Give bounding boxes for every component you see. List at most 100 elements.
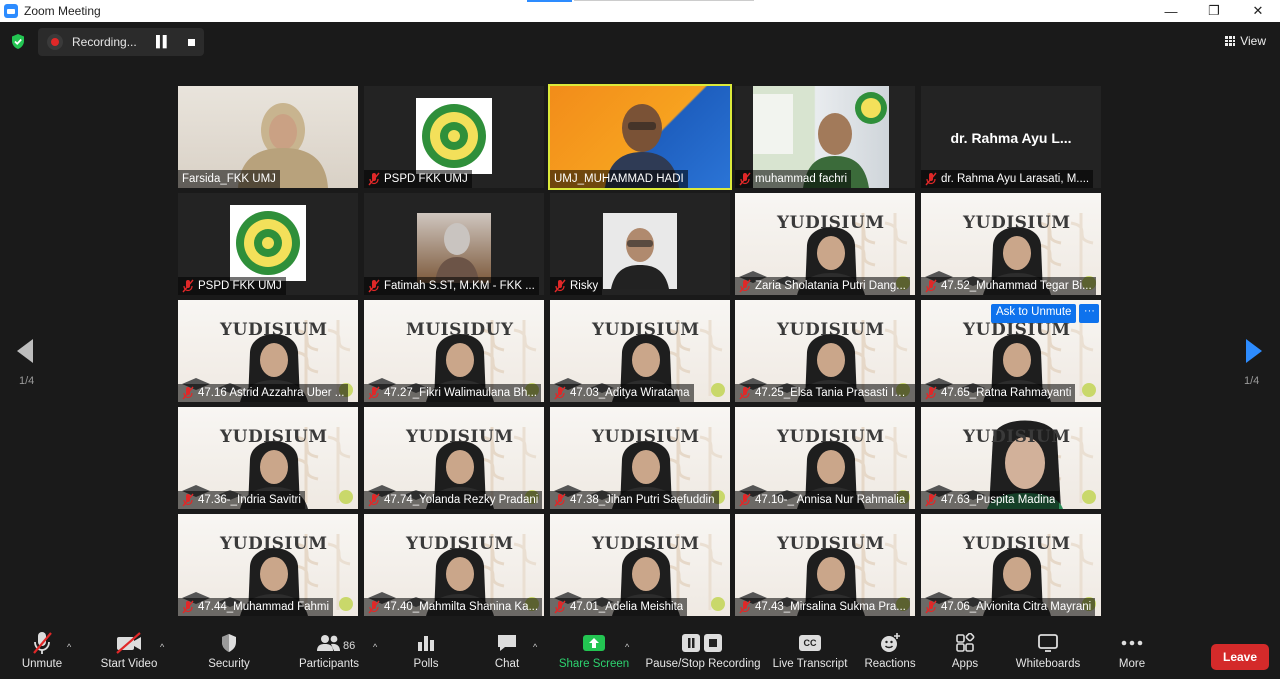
muted-microphone-icon xyxy=(368,493,380,507)
title-accent-line xyxy=(527,0,572,2)
whiteboards-button[interactable]: Whiteboards xyxy=(1014,628,1082,679)
pause-recording-icon[interactable]: ▌▌ xyxy=(156,36,171,48)
participants-button[interactable]: Participants xyxy=(298,628,360,679)
reactions-smiley-icon xyxy=(881,633,900,652)
participant-name: 47.44_Muhammad Fahmi xyxy=(198,601,330,613)
polls-button[interactable]: Polls xyxy=(408,628,444,679)
muted-microphone-icon xyxy=(739,493,751,507)
next-page-icon[interactable] xyxy=(1244,338,1264,364)
reactions-button[interactable]: Reactions xyxy=(864,628,916,679)
participant-name: 47.27_Fikri Walimaulana Bh... xyxy=(384,387,537,399)
participant-tile[interactable]: Farsida_FKK UMJ xyxy=(178,86,358,188)
start-video-label: Start Video xyxy=(100,658,158,670)
apps-button[interactable]: Apps xyxy=(948,628,982,679)
participant-tile[interactable]: PSPD FKK UMJ xyxy=(178,193,358,295)
ask-to-unmute-button[interactable]: Ask to Unmute xyxy=(991,304,1077,323)
participant-name: 47.38_Jihan Putri Saefuddin xyxy=(570,494,715,506)
recording-indicator: Recording... ▌▌ xyxy=(38,28,204,56)
yudisium-banner-text: YUDISIUM xyxy=(963,213,1071,233)
previous-page-icon[interactable] xyxy=(15,338,35,364)
participant-name-bar: 47.63_Puspita Madina xyxy=(921,491,1060,509)
encryption-shield-icon[interactable] xyxy=(10,33,26,50)
participant-name-bar: muhammad fachri xyxy=(735,170,852,188)
audio-options-caret-icon[interactable]: ^ xyxy=(67,642,71,652)
participant-tile[interactable]: Fatimah S.ST, M.KM - FKK ... xyxy=(364,193,544,295)
participant-tile[interactable]: YUDISIUM 47.40_Mahmilta Shanina Ka... xyxy=(364,514,544,616)
participant-tile[interactable]: YUDISIUM 47.03_Aditya Wiratama xyxy=(550,300,730,402)
yudisium-banner-text: YUDISIUM xyxy=(220,427,328,447)
participant-tile[interactable]: YUDISIUM Zaria Sholatania Putri Dang... xyxy=(735,193,915,295)
participant-name: Zaria Sholatania Putri Dang... xyxy=(755,280,906,292)
participant-name-bar: 47.52_Muhammad Tegar Bi... xyxy=(921,277,1096,295)
participant-name-bar: PSPD FKK UMJ xyxy=(178,277,286,295)
participant-name-bar: 47.25_Elsa Tania Prasasti Isl... xyxy=(735,384,915,402)
participant-tile[interactable]: muhammad fachri xyxy=(735,86,915,188)
participant-tile[interactable]: UMJ_MUHAMMAD HADI xyxy=(548,84,732,190)
participant-name-bar: 47.44_Muhammad Fahmi xyxy=(178,598,334,616)
view-button[interactable]: View xyxy=(1225,34,1266,48)
muted-microphone-icon xyxy=(368,172,380,186)
participant-name: muhammad fachri xyxy=(755,173,848,185)
share-screen-button[interactable]: Share Screen xyxy=(559,628,629,679)
polls-label: Polls xyxy=(413,658,439,670)
participant-tile[interactable]: Risky xyxy=(550,193,730,295)
participant-tile[interactable]: YUDISIUM 47.16 Astrid Azzahra Uber ... xyxy=(178,300,358,402)
security-button[interactable]: Security xyxy=(205,628,253,679)
participant-name-bar: 47.40_Mahmilta Shanina Ka... xyxy=(364,598,543,616)
participant-tile[interactable]: MUISIDUY 47.27_Fikri Walimaulana Bh... xyxy=(364,300,544,402)
participant-name: Risky xyxy=(570,280,599,292)
participant-tile[interactable]: YUDISIUM 47.10-_ Annisa Nur Rahmalia xyxy=(735,407,915,509)
muted-microphone-icon xyxy=(182,279,194,293)
pause-stop-recording-button[interactable]: Pause/Stop Recording xyxy=(645,628,761,679)
chat-options-caret-icon[interactable]: ^ xyxy=(533,642,537,652)
participant-name-bar: Fatimah S.ST, M.KM - FKK ... xyxy=(364,277,539,295)
participants-options-caret-icon[interactable]: ^ xyxy=(373,642,377,652)
participant-tile[interactable]: YUDISIUM 47.06_Alvionita Citra Mayrani xyxy=(921,514,1101,616)
participant-name: 47.25_Elsa Tania Prasasti Isl... xyxy=(755,387,911,399)
unmute-button[interactable]: Unmute xyxy=(20,628,64,679)
participant-tile[interactable]: YUDISIUM 47.43_Mirsalina Sukma Pra... xyxy=(735,514,915,616)
participant-tile[interactable]: YUDISIUM 47.25_Elsa Tania Prasasti Isl... xyxy=(735,300,915,402)
video-options-caret-icon[interactable]: ^ xyxy=(160,642,164,652)
share-screen-icon xyxy=(583,635,605,651)
stop-recording-icon[interactable] xyxy=(187,38,195,46)
chat-button[interactable]: Chat xyxy=(490,628,524,679)
participant-name: 47.43_Mirsalina Sukma Pra... xyxy=(755,601,906,613)
participant-tile[interactable]: YUDISIUM 47.74_Yolanda Rezky Pradani xyxy=(364,407,544,509)
more-label: More xyxy=(1118,658,1146,670)
minimize-button[interactable]: — xyxy=(1149,0,1193,22)
participant-tile[interactable]: PSPD FKK UMJ xyxy=(364,86,544,188)
meeting-toolbar: Unmute ^ Start Video ^ Security Particip… xyxy=(0,628,1280,679)
close-button[interactable]: ✕ xyxy=(1236,0,1280,22)
reactions-label: Reactions xyxy=(864,658,916,670)
muted-microphone-icon xyxy=(554,493,566,507)
more-button[interactable]: More xyxy=(1114,628,1150,679)
chat-label: Chat xyxy=(494,658,520,670)
participant-tile[interactable]: dr. Rahma Ayu L... dr. Rahma Ayu Larasati… xyxy=(921,86,1101,188)
muted-microphone-icon xyxy=(739,279,751,293)
participant-tile[interactable]: YUDISIUM 47.63_Puspita Madina xyxy=(921,407,1101,509)
muted-microphone-icon xyxy=(182,493,194,507)
participant-name-bar: 47.36-_Indria Savitri xyxy=(178,491,305,509)
live-transcript-label: Live Transcript xyxy=(772,658,848,670)
muted-microphone-icon xyxy=(554,600,566,614)
participant-name: 47.01_Adelia Meishita xyxy=(570,601,684,613)
participant-tile[interactable]: YUDISIUM 47.36-_Indria Savitri xyxy=(178,407,358,509)
participant-name: 47.74_Yolanda Rezky Pradani xyxy=(384,494,539,506)
live-transcript-button[interactable]: CC Live Transcript xyxy=(773,628,847,679)
yudisium-banner-text: MUISIDUY xyxy=(406,320,514,340)
security-shield-icon xyxy=(222,634,236,652)
muted-microphone-icon xyxy=(182,386,194,400)
share-options-caret-icon[interactable]: ^ xyxy=(625,642,629,652)
more-options-button[interactable]: ··· xyxy=(1079,304,1100,323)
restore-button[interactable]: ❐ xyxy=(1192,0,1236,22)
yudisium-banner-text: YUDISIUM xyxy=(406,534,514,554)
participant-tile[interactable]: YUDISIUM 47.52_Muhammad Tegar Bi... xyxy=(921,193,1101,295)
participant-tile[interactable]: YUDISIUM 47.44_Muhammad Fahmi xyxy=(178,514,358,616)
leave-button[interactable]: Leave xyxy=(1211,644,1269,670)
closed-caption-icon: CC xyxy=(799,635,821,651)
participant-tile[interactable]: YUDISIUM 47.01_Adelia Meishita xyxy=(550,514,730,616)
start-video-button[interactable]: Start Video xyxy=(100,628,158,679)
participant-name-bar: 47.06_Alvionita Citra Mayrani xyxy=(921,598,1096,616)
participant-tile[interactable]: YUDISIUM 47.38_Jihan Putri Saefuddin xyxy=(550,407,730,509)
